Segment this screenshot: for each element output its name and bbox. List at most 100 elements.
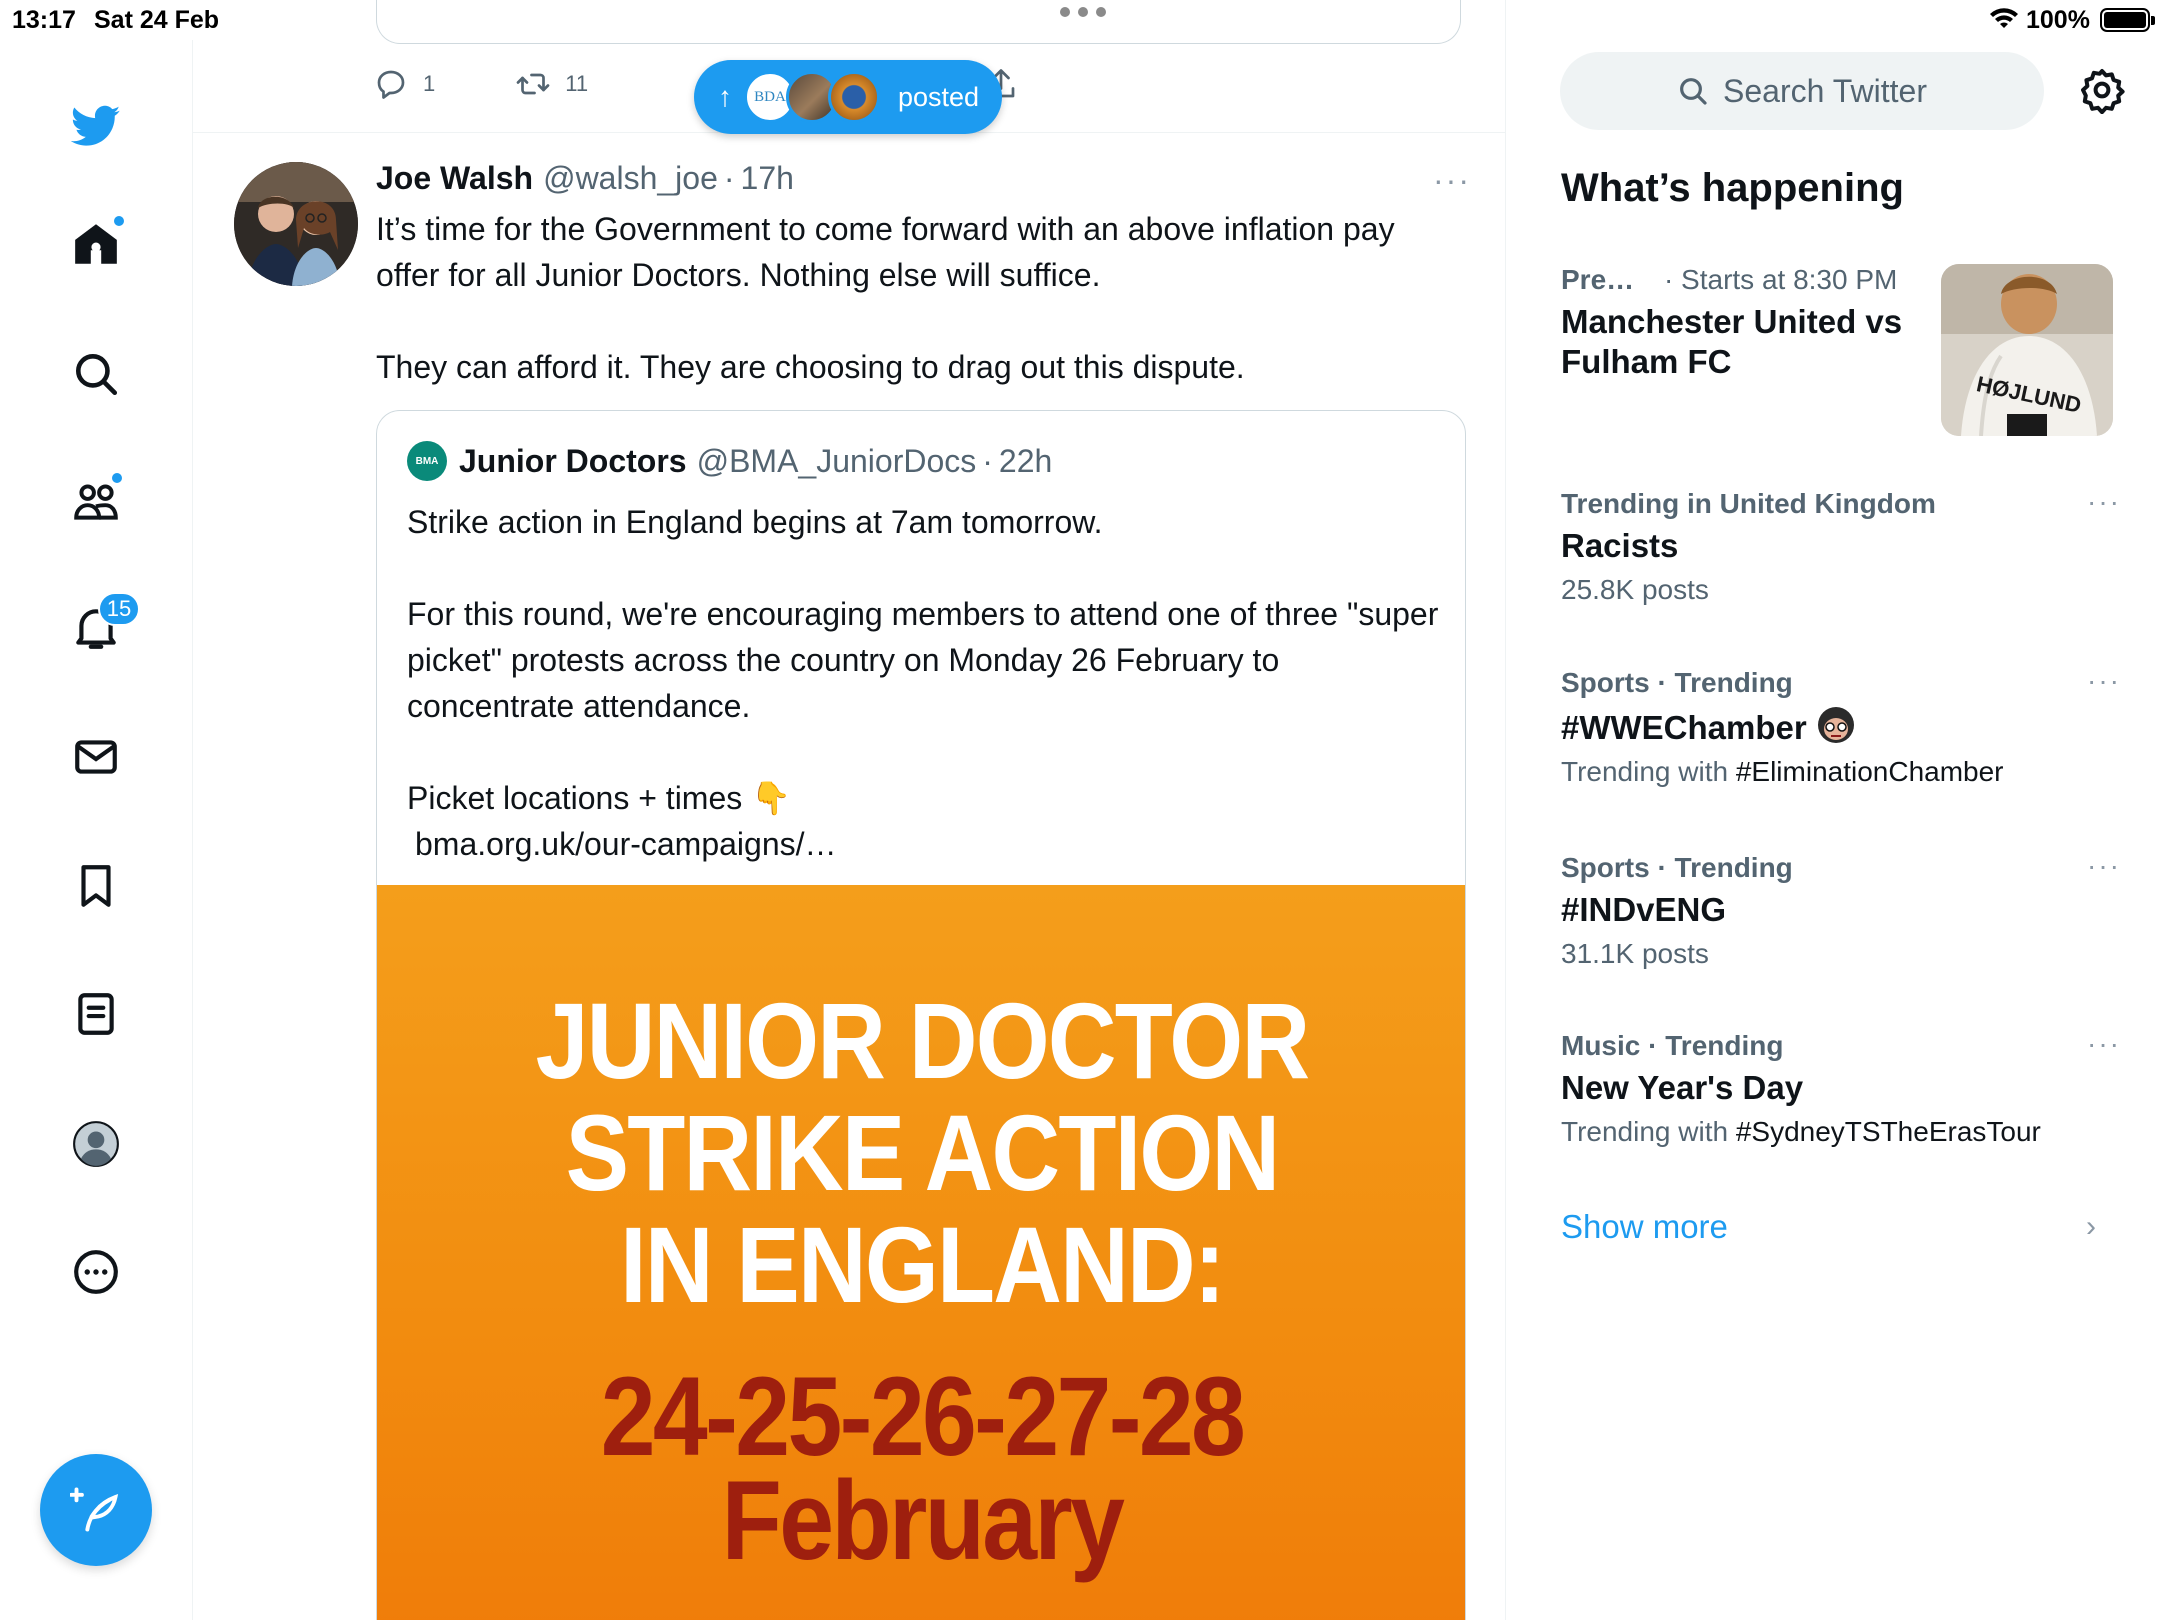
trend-related-hashtag[interactable]: #EliminationChamber bbox=[1736, 756, 2004, 787]
trend-context: Trending with #EliminationChamber bbox=[1561, 756, 2004, 787]
notifications-count-badge: 15 bbox=[98, 592, 140, 626]
quoted-tweet-timestamp: 22h bbox=[998, 442, 1053, 479]
trend-meta: Sports · Trending bbox=[1561, 852, 1793, 883]
avatar bbox=[828, 71, 880, 123]
trend-title: Racists bbox=[1561, 527, 1679, 564]
trend-item[interactable]: Trending in United Kingdom ··· Racists 2… bbox=[1561, 486, 2121, 606]
trend-title-text: #WWEChamber bbox=[1561, 709, 1807, 746]
trend-more-options-icon[interactable]: ··· bbox=[2087, 665, 2121, 697]
image-dates-line: 24-25-26-27-28 bbox=[600, 1354, 1246, 1479]
trend-item[interactable]: Sports · Trending ··· #WWEChamber Trendi… bbox=[1561, 665, 2121, 788]
show-more-link[interactable]: Show more bbox=[1561, 1208, 1728, 1246]
trend-meta: Sports · Trending bbox=[1561, 667, 1793, 698]
event-trend[interactable]: Pre… · Starts at 8:30 PM Manchester Unit… bbox=[1561, 264, 1931, 382]
retweet-count: 11 bbox=[565, 71, 589, 96]
messages-envelope-icon[interactable] bbox=[58, 719, 134, 795]
chevron-right-icon[interactable]: › bbox=[2086, 1210, 2096, 1244]
event-category: Pre… bbox=[1561, 264, 1635, 295]
reply-button[interactable]: 1 bbox=[373, 66, 435, 102]
retweet-icon bbox=[516, 73, 550, 95]
tweet-paragraph: They can afford it. They are choosing to… bbox=[376, 349, 1245, 385]
explore-search-icon[interactable] bbox=[58, 336, 134, 412]
event-start-time: · Starts at 8:30 PM bbox=[1663, 264, 1898, 295]
trend-related-hashtag[interactable]: #SydneyTSTheErasTour bbox=[1736, 1116, 2041, 1147]
communities-unread-dot bbox=[110, 471, 124, 485]
trend-post-count: 31.1K posts bbox=[1561, 938, 1709, 969]
tweet-paragraph: It’s time for the Government to come for… bbox=[376, 211, 1395, 293]
event-thumbnail[interactable]: HØJLUND bbox=[1941, 264, 2113, 436]
quoted-author-avatar: BMA bbox=[407, 441, 447, 481]
trend-context: Trending with #SydneyTSTheErasTour bbox=[1561, 1116, 2041, 1147]
whats-happening-heading: What’s happening bbox=[1561, 166, 1904, 210]
trend-title: New Year's Day bbox=[1561, 1069, 1804, 1106]
event-title: Manchester United vs Fulham FC bbox=[1561, 303, 1903, 380]
separator-dot: · bbox=[723, 160, 735, 196]
settings-gear-icon[interactable] bbox=[2078, 66, 2126, 114]
trend-item[interactable]: Music · Trending ··· New Year's Day Tren… bbox=[1561, 1028, 2121, 1148]
battery-percent: 100% bbox=[2026, 6, 2090, 34]
status-time: 13:17 bbox=[12, 6, 76, 34]
timeline: 1 11 ↑ BDA posted Joe Walsh @walsh_joe ·… bbox=[193, 0, 1506, 1620]
quoted-author-name: Junior Doctors bbox=[459, 442, 687, 479]
left-navigation: 15 bbox=[0, 40, 193, 1620]
strike-action-image[interactable]: JUNIOR DOCTOR STRIKE ACTION IN ENGLAND: … bbox=[377, 885, 1465, 1620]
trend-item[interactable]: Sports · Trending ··· #INDvENG 31.1K pos… bbox=[1561, 850, 2121, 970]
trend-title: #INDvENG bbox=[1561, 891, 1727, 928]
wwe-chamber-emoji-icon bbox=[1817, 707, 1854, 743]
trend-more-options-icon[interactable]: ··· bbox=[2087, 850, 2121, 882]
tweet-text: It’s time for the Government to come for… bbox=[376, 206, 1446, 436]
new-posts-label: posted bbox=[898, 81, 980, 112]
profile-avatar-icon[interactable] bbox=[58, 1106, 134, 1182]
communities-icon[interactable] bbox=[58, 463, 134, 539]
previous-tweet-actions: 1 11 bbox=[373, 64, 668, 104]
notifications-bell-icon[interactable]: 15 bbox=[58, 590, 140, 666]
previous-tweet-card-edge bbox=[376, 0, 1461, 44]
tweet-header: Joe Walsh @walsh_joe · 17h bbox=[376, 160, 794, 197]
search-placeholder: Search Twitter bbox=[1723, 72, 1927, 109]
quoted-paragraph: Strike action in England begins at 7am t… bbox=[407, 504, 1103, 540]
trend-more-options-icon[interactable]: ··· bbox=[2087, 486, 2121, 518]
tweet-more-options-icon[interactable]: ··· bbox=[1433, 162, 1471, 199]
image-headline-line: IN ENGLAND: bbox=[620, 1204, 1225, 1325]
reply-count: 1 bbox=[423, 71, 436, 96]
trend-post-count: 25.8K posts bbox=[1561, 574, 1709, 605]
image-headline: JUNIOR DOCTOR STRIKE ACTION IN ENGLAND: bbox=[442, 985, 1401, 1321]
home-icon[interactable] bbox=[58, 206, 134, 282]
separator-dot: · bbox=[982, 442, 993, 479]
image-headline-line: STRIKE ACTION bbox=[565, 1092, 1281, 1213]
home-unread-dot bbox=[112, 214, 126, 228]
quoted-author-handle: @BMA_JuniorDocs bbox=[696, 442, 977, 479]
image-dates-line: February bbox=[721, 1458, 1125, 1583]
tweet-timestamp[interactable]: 17h bbox=[741, 160, 794, 197]
quoted-paragraph: For this round, we're encouraging member… bbox=[407, 596, 1439, 724]
new-posts-pill[interactable]: ↑ BDA posted bbox=[694, 60, 1002, 134]
quoted-tweet-card[interactable]: BMA Junior Doctors @BMA_JuniorDocs · 22h… bbox=[376, 410, 1466, 1620]
twitter-logo-icon[interactable] bbox=[58, 88, 134, 164]
trend-more-options-icon[interactable]: ··· bbox=[2087, 1028, 2121, 1060]
search-input[interactable]: Search Twitter bbox=[1560, 52, 2044, 130]
trend-title: #WWEChamber bbox=[1561, 705, 2121, 748]
trend-meta: Music · Trending bbox=[1561, 1030, 1784, 1061]
reply-icon bbox=[377, 70, 405, 99]
image-dates: 24-25-26-27-28 February bbox=[442, 1354, 1401, 1583]
new-posts-avatars: BDA bbox=[744, 71, 880, 123]
quoted-paragraph: Picket locations + times 👇 bbox=[407, 780, 791, 816]
tweet-author-name[interactable]: Joe Walsh bbox=[376, 160, 533, 197]
quoted-tweet-link[interactable]: bma.org.uk/our-campaigns/… bbox=[407, 821, 1447, 867]
lists-icon[interactable] bbox=[58, 976, 134, 1052]
quoted-tweet-header: BMA Junior Doctors @BMA_JuniorDocs · 22h bbox=[407, 441, 1052, 481]
event-meta: Pre… · Starts at 8:30 PM bbox=[1561, 264, 1931, 296]
retweet-button[interactable]: 11 bbox=[515, 66, 588, 102]
search-icon bbox=[1680, 78, 1707, 105]
battery-icon bbox=[2100, 8, 2155, 32]
arrow-up-icon: ↑ bbox=[718, 81, 732, 112]
wifi-icon bbox=[1990, 8, 2018, 28]
feather-plus-icon bbox=[70, 1487, 119, 1532]
bookmarks-icon[interactable] bbox=[58, 848, 134, 924]
tweet-author-handle[interactable]: @walsh_joe bbox=[543, 160, 718, 197]
more-options-icon[interactable] bbox=[58, 1234, 134, 1310]
compose-tweet-button[interactable] bbox=[40, 1454, 152, 1566]
tweet-author-avatar[interactable] bbox=[234, 162, 358, 286]
image-headline-line: JUNIOR DOCTOR bbox=[535, 980, 1310, 1101]
quoted-tweet-text: Strike action in England begins at 7am t… bbox=[407, 499, 1447, 867]
